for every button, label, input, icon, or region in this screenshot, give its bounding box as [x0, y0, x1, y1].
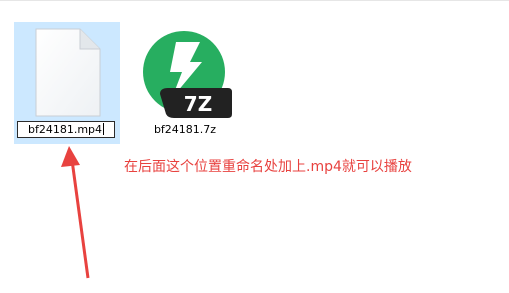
file-item-7z[interactable]: 7Z bf24181.7z: [132, 22, 238, 144]
rename-input-text: bf24181.mp4: [28, 123, 103, 136]
archive-badge-text: 7Z: [184, 92, 212, 116]
window-top-border: [0, 0, 509, 1]
rename-input[interactable]: bf24181.mp4: [17, 121, 115, 138]
file-name-label: bf24181.7z: [153, 123, 217, 136]
7zip-archive-icon: 7Z: [143, 31, 232, 118]
file-item-mp4[interactable]: bf24181.mp4: [14, 22, 120, 144]
text-cursor: [103, 123, 105, 135]
annotation-text: 在后面这个位置重命名处加上.mp4就可以播放: [124, 159, 412, 175]
blank-document-icon: [35, 28, 101, 117]
red-arrow-icon: [61, 146, 90, 279]
